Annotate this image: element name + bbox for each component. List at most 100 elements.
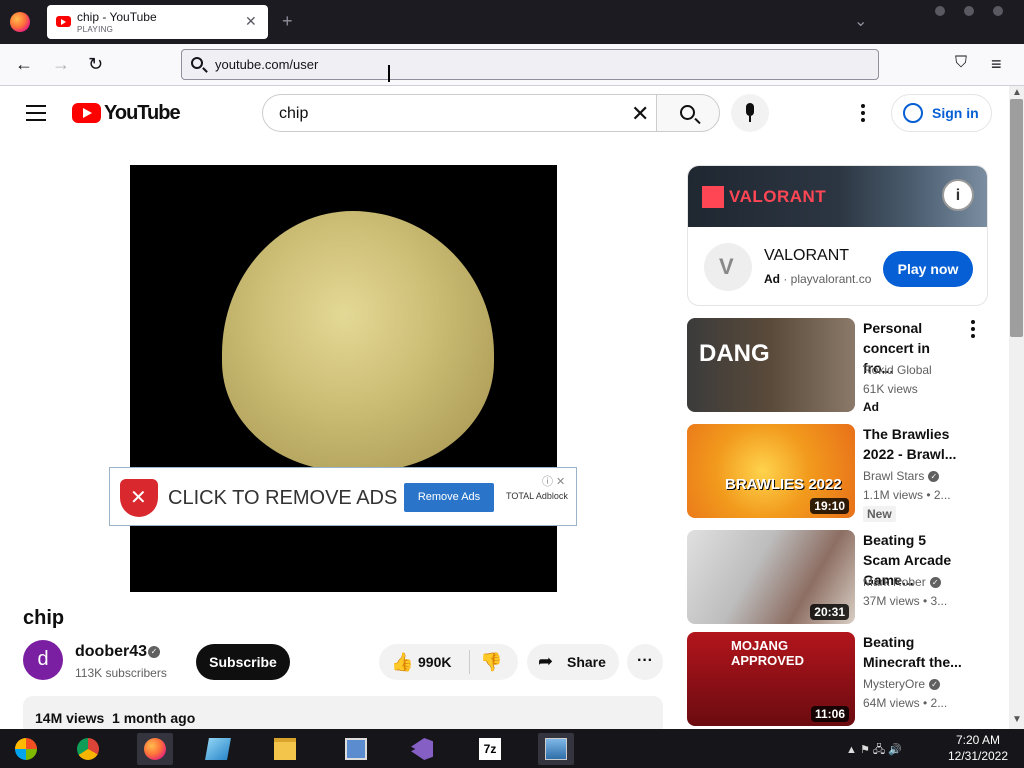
video-duration: 20:31 [810, 604, 849, 620]
firefox-icon [144, 738, 166, 760]
banner-info-close-icon[interactable]: ⓘ ✕ [542, 473, 565, 489]
tab-close-icon[interactable]: ✕ [245, 13, 257, 30]
voice-search-button[interactable] [731, 94, 769, 132]
recommendation-item[interactable]: 20:31 Beating 5 Scam Arcade Game... Mark… [687, 530, 989, 624]
shield-icon: ✕ [120, 479, 158, 517]
new-badge: New [863, 506, 896, 522]
scroll-down-icon[interactable]: ▼ [1012, 714, 1022, 725]
search-query[interactable]: chip [279, 105, 308, 123]
sponsored-ad-card[interactable]: VALORANT i VALORANT Ad · playvalorant.co… [687, 165, 988, 306]
system-tray-icons[interactable]: ▲ ⚑ 🖧 🔊 [846, 741, 902, 760]
app-menu-button[interactable]: ≡ [991, 54, 1002, 75]
subscriber-count: 113K subscribers [75, 666, 167, 680]
maximize-button[interactable] [964, 6, 974, 16]
recommendation-title[interactable]: The Brawlies 2022 - Brawl... [863, 424, 963, 464]
advertiser-name: VALORANT [764, 247, 850, 264]
recommendation-channel: Brawl Stars ✓ [863, 469, 940, 483]
video-thumbnail[interactable]: MOJANG APPROVED 11:06 [687, 632, 855, 726]
advertiser-logo [704, 243, 752, 291]
tab-list-chevron-icon[interactable]: ⌄ [854, 11, 867, 31]
adblock-banner-text[interactable]: CLICK TO REMOVE ADS [168, 487, 397, 510]
search-button[interactable] [656, 94, 720, 132]
sign-in-label: Sign in [932, 105, 979, 121]
more-actions-button[interactable]: ··· [627, 644, 663, 680]
recommendation-views: 37M views • 3... [863, 594, 948, 608]
video-title: chip [23, 607, 65, 629]
start-button[interactable] [8, 733, 44, 765]
url-text[interactable]: youtube.com/user [215, 57, 318, 72]
ad-meta: Ad · playvalorant.co [764, 272, 872, 286]
channel-avatar[interactable]: d [23, 640, 63, 680]
settings-more-icon[interactable] [861, 104, 865, 125]
verified-icon: ✓ [929, 679, 941, 691]
verified-icon: ✓ [928, 471, 940, 483]
visual-studio-icon [411, 738, 433, 760]
youtube-logo-icon[interactable] [72, 103, 101, 123]
tab-title: chip - YouTube [77, 10, 157, 24]
recommendation-item[interactable]: DANG Personal concert in fro... Rokid Gl… [687, 318, 989, 414]
app-icon [205, 738, 231, 760]
system-clock[interactable]: 7:20 AM 12/31/2022 [938, 732, 1018, 764]
taskbar-visual-studio[interactable] [404, 733, 440, 765]
video-thumbnail[interactable]: DANG [687, 318, 855, 412]
close-window-button[interactable] [993, 6, 1003, 16]
recommendation-channel: Mark Rober ✓ [863, 575, 941, 589]
new-tab-button[interactable]: + [282, 11, 293, 32]
taskbar-app[interactable] [200, 733, 236, 765]
play-now-button[interactable]: Play now [883, 251, 973, 287]
ad-banner-brand: VALORANT [729, 187, 827, 206]
youtube-logo-text[interactable]: YouTube [104, 102, 181, 125]
recommendation-channel: MysteryOre ✓ [863, 677, 941, 691]
video-thumbnail[interactable]: 20:31 [687, 530, 855, 624]
sign-in-button[interactable]: Sign in [891, 94, 992, 132]
info-icon[interactable]: i [942, 179, 974, 211]
taskbar-computer[interactable] [338, 733, 374, 765]
like-count[interactable]: 990K [418, 654, 451, 670]
clear-search-icon[interactable]: ✕ [631, 101, 649, 127]
recommendation-views: 61K views [863, 382, 918, 396]
video-duration: 19:10 [810, 498, 849, 514]
forward-button[interactable]: → [52, 54, 70, 75]
adblock-banner[interactable]: ✕ CLICK TO REMOVE ADS Remove Ads TOTAL A… [109, 467, 577, 526]
browser-tab-bar: chip - YouTube PLAYING ✕ + ⌄ [0, 0, 1024, 44]
taskbar-firefox[interactable] [137, 733, 173, 765]
remove-ads-button[interactable]: Remove Ads [404, 483, 494, 512]
channel-name[interactable]: doober43 [75, 643, 147, 661]
back-button[interactable]: ← [15, 54, 33, 75]
clock-time: 7:20 AM [955, 733, 1001, 747]
taskbar-window[interactable] [538, 733, 574, 765]
video-thumbnail[interactable]: BRAWLIES 2022 19:10 [687, 424, 855, 518]
taskbar-chrome[interactable] [70, 733, 106, 765]
share-button[interactable]: ➦ Share [527, 644, 619, 680]
hamburger-menu-icon[interactable] [26, 105, 46, 121]
recommendation-views: 1.1M views • 2... [863, 488, 951, 502]
potato-chip-image [222, 211, 494, 471]
taskbar-7zip[interactable]: 7z [472, 733, 508, 765]
reload-button[interactable]: ↻ [88, 54, 103, 75]
recommendation-item[interactable]: BRAWLIES 2022 19:10 The Brawlies 2022 - … [687, 424, 989, 522]
taskbar-file-explorer[interactable] [267, 733, 303, 765]
view-count-date: 14M views 1 month ago [35, 710, 196, 726]
subscribe-button[interactable]: Subscribe [196, 644, 290, 680]
recommendation-item[interactable]: MOJANG APPROVED 11:06 Beating Minecraft … [687, 632, 989, 726]
more-options-icon[interactable] [971, 320, 975, 341]
window-icon [545, 738, 567, 760]
folder-icon [274, 738, 296, 760]
minimize-button[interactable] [935, 6, 945, 16]
valorant-logo-icon [702, 186, 724, 208]
like-icon[interactable]: 👍 [391, 652, 413, 673]
scroll-up-icon[interactable]: ▲ [1012, 87, 1022, 98]
scrollbar-thumb[interactable] [1010, 99, 1023, 337]
active-tab[interactable]: chip - YouTube PLAYING ✕ [47, 5, 268, 39]
video-player[interactable] [130, 165, 557, 592]
recommendation-title[interactable]: Beating Minecraft the... [863, 632, 963, 672]
pocket-icon[interactable]: ⛉ [955, 54, 967, 72]
search-input[interactable]: chip ✕ [262, 94, 657, 132]
ad-banner-image[interactable]: VALORANT i [688, 166, 987, 227]
dislike-icon[interactable]: 👎 [480, 652, 502, 673]
page-scrollbar[interactable]: ▲ ▼ [1009, 86, 1024, 729]
microphone-icon [746, 103, 754, 116]
firefox-icon[interactable] [10, 12, 30, 32]
address-bar[interactable]: youtube.com/user [181, 49, 879, 80]
chrome-icon [77, 738, 99, 760]
